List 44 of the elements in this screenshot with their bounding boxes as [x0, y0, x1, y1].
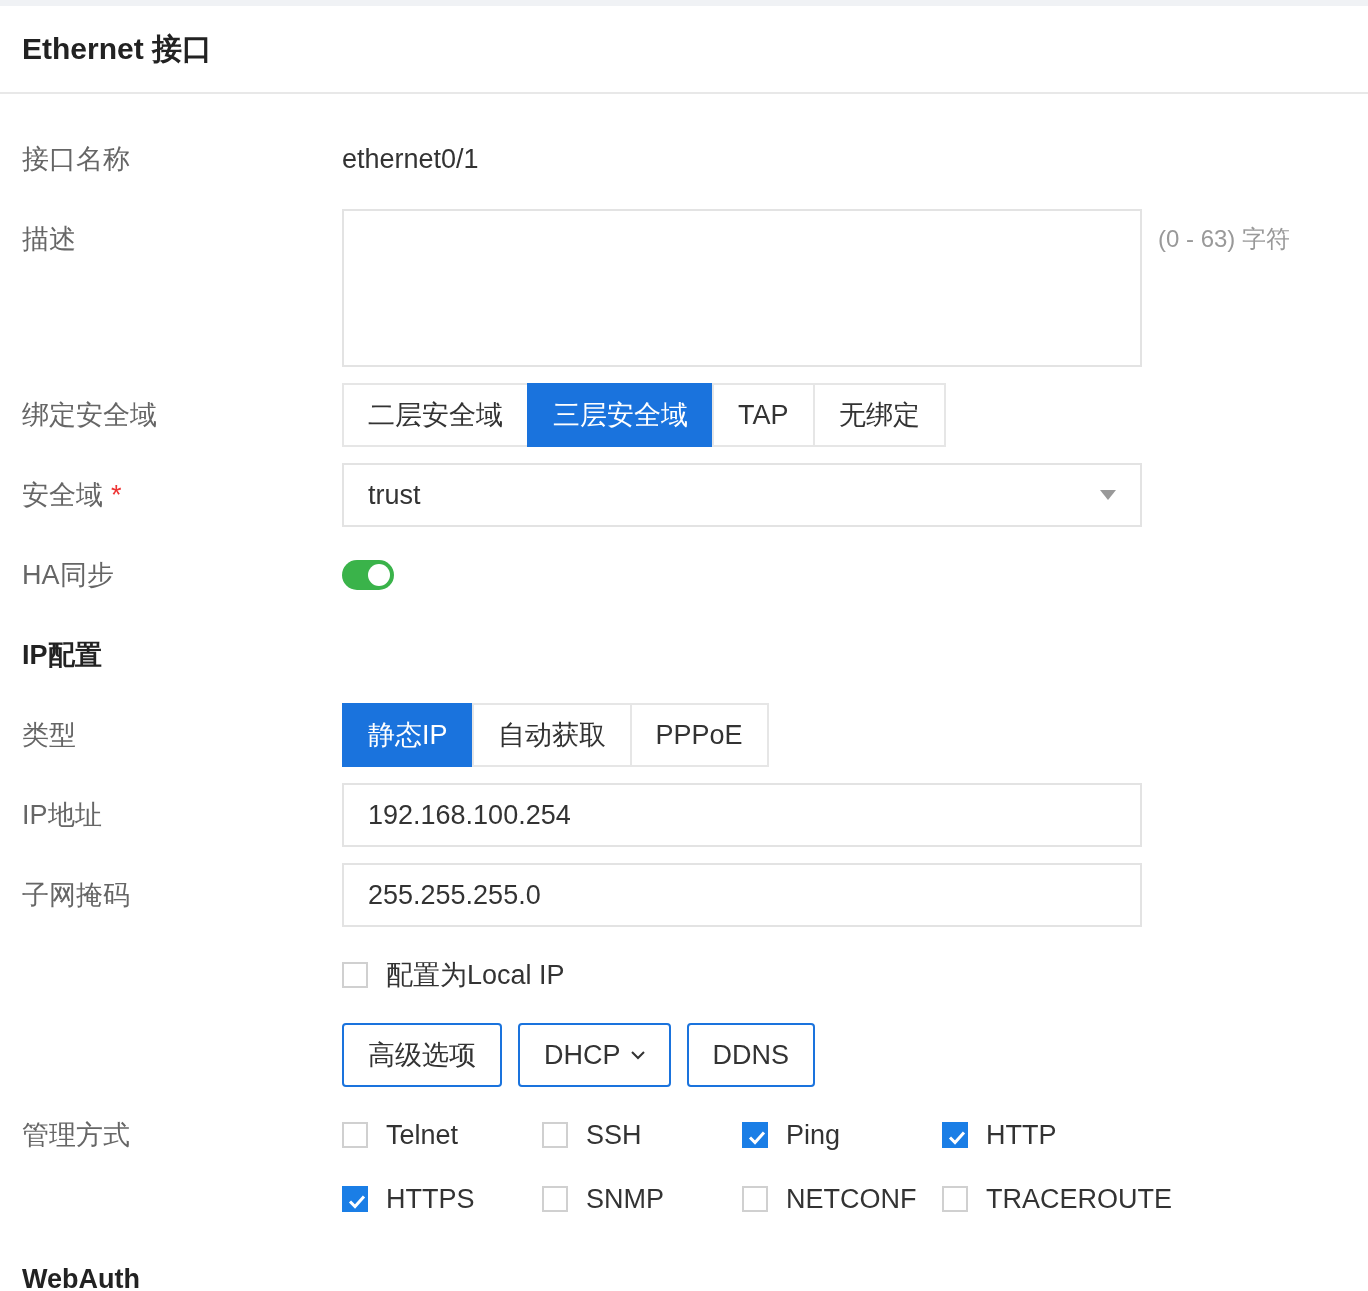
description-field[interactable]	[342, 209, 1142, 367]
section-heading: WebAuth	[21, 1263, 141, 1291]
input-field[interactable]: 255.255.255.0	[342, 863, 1142, 927]
required-mark: *	[111, 480, 122, 510]
field-value: ethernet0/1	[342, 143, 480, 176]
field-label: HA同步	[21, 559, 115, 592]
dropdown-arrow-icon	[1100, 490, 1116, 500]
segment-option[interactable]: 二层安全域	[342, 383, 529, 447]
checkbox-label: SSH	[586, 1119, 642, 1151]
checkbox-label: HTTPS	[386, 1183, 475, 1215]
zone-select[interactable]: trust	[342, 463, 1142, 527]
dropdown-button[interactable]: DHCP	[518, 1023, 671, 1087]
checkbox-label: SNMP	[586, 1183, 664, 1215]
field-label: 管理方式	[21, 1119, 131, 1152]
segment-option[interactable]: 无绑定	[812, 383, 946, 447]
checkbox-label: HTTP	[986, 1119, 1057, 1151]
checkbox-label: NETCONF	[786, 1183, 917, 1215]
checkbox-label: Ping	[786, 1119, 841, 1151]
field-label: 绑定安全域	[21, 399, 158, 432]
field-label: 类型	[21, 719, 77, 752]
checkbox-label: 配置为Local IP	[386, 959, 565, 992]
caret-icon	[630, 1050, 645, 1060]
field-label: 接口名称	[21, 143, 131, 176]
checkbox[interactable]	[942, 1122, 968, 1148]
checkbox[interactable]	[742, 1122, 768, 1148]
field-label: 安全域	[22, 480, 103, 510]
segment-option[interactable]: TAP	[712, 383, 815, 447]
field-hint: (0 - 63) 字符	[1157, 224, 1292, 254]
checkbox-label: TRACEROUTE	[986, 1183, 1172, 1215]
checkbox-label: Telnet	[386, 1119, 459, 1151]
option-button[interactable]: DDNS	[686, 1023, 816, 1087]
input-field[interactable]: 192.168.100.254	[342, 783, 1142, 847]
field-label: 子网掩码	[21, 879, 131, 912]
segment-option[interactable]: 三层安全域	[527, 383, 714, 447]
checkbox[interactable]	[342, 1186, 368, 1212]
toggle-switch[interactable]	[342, 560, 394, 590]
segment-option[interactable]: 自动获取	[471, 703, 632, 767]
segment-option[interactable]: PPPoE	[629, 703, 769, 767]
option-button[interactable]: 高级选项	[342, 1023, 502, 1087]
section-heading: IP配置	[21, 639, 103, 672]
field-label: 描述	[21, 223, 77, 256]
page-title: Ethernet 接口	[22, 30, 213, 67]
field-label: IP地址	[21, 799, 103, 832]
segment-option[interactable]: 静态IP	[342, 703, 474, 767]
